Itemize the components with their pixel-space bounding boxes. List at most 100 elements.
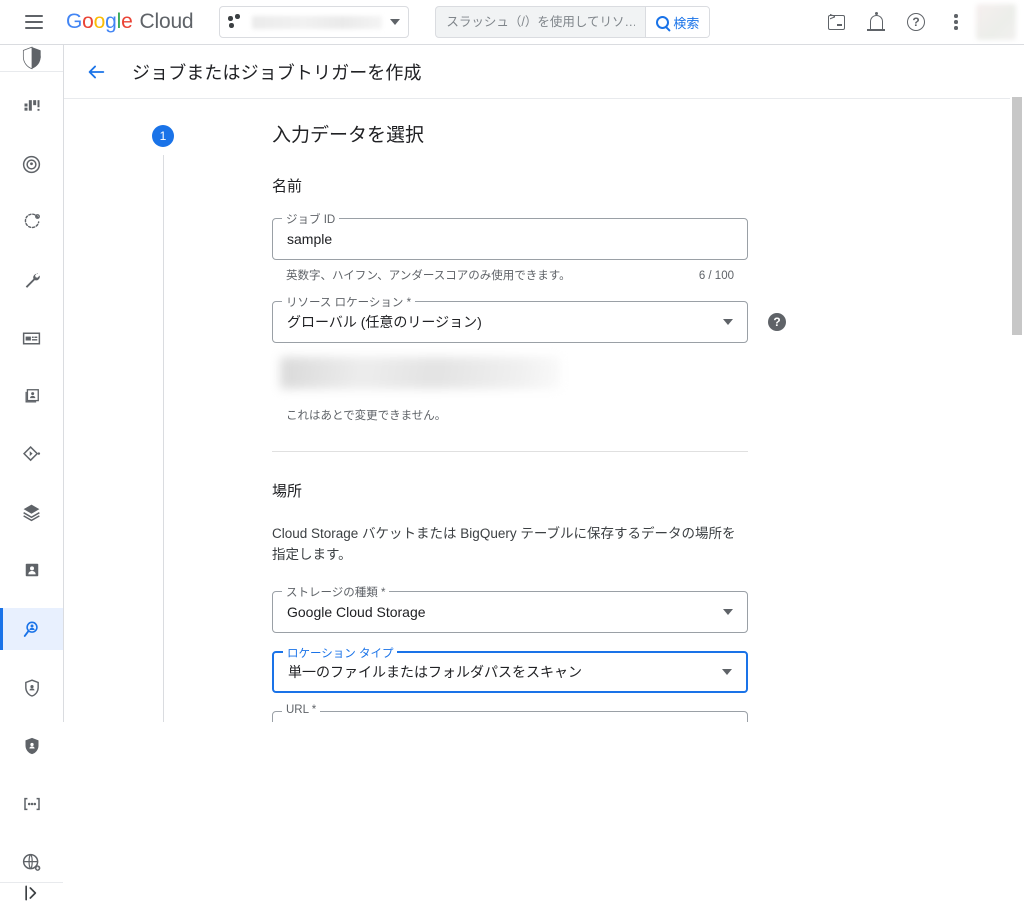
sidebar-item-protect[interactable] bbox=[0, 668, 63, 708]
url-label: URL * bbox=[282, 704, 320, 716]
question-glyph: ? bbox=[907, 13, 925, 31]
url-field[interactable]: URL * gs://sample bbox=[272, 711, 748, 722]
sidebar-item-masking[interactable] bbox=[0, 784, 63, 824]
job-id-value: sample bbox=[287, 231, 733, 247]
hamburger-bar bbox=[25, 21, 43, 23]
search-bar[interactable]: 検索 bbox=[435, 6, 710, 38]
location-section-title: 場所 bbox=[272, 480, 792, 501]
chevron-down-icon bbox=[723, 609, 733, 615]
storage-type-label: ストレージの種類 * bbox=[282, 584, 389, 600]
back-arrow-icon[interactable] bbox=[76, 52, 116, 92]
chevron-down-icon bbox=[390, 19, 400, 25]
section-divider bbox=[272, 451, 748, 452]
sidebar-item-layers[interactable] bbox=[0, 492, 63, 532]
google-cloud-logo[interactable]: GoogleCloud bbox=[66, 10, 193, 34]
sidebar-item-infotype[interactable] bbox=[0, 550, 63, 590]
step-connector-line bbox=[163, 155, 164, 722]
sidebar-item-deidentify[interactable] bbox=[0, 434, 63, 474]
inspection-template-icon bbox=[21, 328, 42, 349]
protect-shield-location-icon bbox=[22, 678, 42, 698]
main-content: 1 入力データを選択 名前 ジョブ ID sample 英数字、ハイフン、アンダ… bbox=[64, 99, 1010, 722]
help-question-icon[interactable]: ? bbox=[896, 2, 936, 42]
project-name-redacted bbox=[252, 16, 382, 29]
sidebar-item-global-network[interactable] bbox=[0, 842, 63, 882]
sidebar-item-sensitive-data[interactable] bbox=[0, 726, 63, 766]
content-scrollbar[interactable] bbox=[1010, 92, 1024, 722]
logo-letter: g bbox=[105, 10, 116, 34]
logo-letter: G bbox=[66, 10, 82, 34]
search-input[interactable] bbox=[436, 15, 645, 29]
location-type-select[interactable]: ロケーション タイプ 単一のファイルまたはフォルダパスをスキャン bbox=[272, 651, 748, 693]
profile-scan-icon bbox=[22, 212, 42, 232]
chevron-down-icon bbox=[722, 669, 732, 675]
page-title: ジョブまたはジョブトリガーを作成 bbox=[132, 59, 422, 85]
step-title: 入力データを選択 bbox=[272, 125, 1010, 147]
global-network-icon bbox=[21, 852, 42, 873]
job-id-help-row: 英数字、ハイフン、アンダースコアのみ使用できます。 6 / 100 bbox=[272, 267, 748, 283]
job-id-char-counter: 6 / 100 bbox=[699, 270, 734, 282]
shield-security-icon bbox=[19, 45, 45, 71]
storage-type-field-wrapper: ストレージの種類 * Google Cloud Storage bbox=[272, 591, 748, 633]
sidebar-item-dashboard[interactable] bbox=[0, 86, 63, 126]
page-header: ジョブまたはジョブトリガーを作成 bbox=[64, 45, 1024, 99]
storage-type-select[interactable]: ストレージの種類 * Google Cloud Storage bbox=[272, 591, 748, 633]
name-section-title: 名前 bbox=[272, 175, 792, 196]
rail-footer bbox=[0, 882, 63, 903]
location-type-label: ロケーション タイプ bbox=[283, 645, 397, 661]
sidebar-item-inspection-template[interactable] bbox=[0, 318, 63, 358]
redacted-location-detail bbox=[280, 357, 560, 389]
discovery-target-icon bbox=[21, 154, 42, 175]
expand-panel-icon[interactable] bbox=[22, 883, 42, 903]
storage-type-value: Google Cloud Storage bbox=[287, 604, 715, 620]
header-icon-group: ? bbox=[816, 2, 1024, 42]
cloud-shell-icon[interactable] bbox=[816, 2, 856, 42]
url-field-wrapper: URL * gs://sample bbox=[272, 711, 748, 722]
rail-item-list bbox=[0, 72, 63, 882]
configuration-wrench-icon bbox=[22, 270, 42, 290]
spacer bbox=[272, 693, 792, 711]
logo-cloud-text: Cloud bbox=[140, 10, 194, 34]
sidebar-item-inspect-jobs[interactable] bbox=[0, 608, 63, 650]
deidentify-diamond-icon bbox=[21, 444, 42, 465]
masking-brackets-icon bbox=[21, 794, 43, 814]
bell-glyph bbox=[870, 15, 883, 29]
layers-stack-icon bbox=[21, 502, 42, 523]
location-section-description: Cloud Storage バケットまたは BigQuery テーブルに保存する… bbox=[272, 523, 742, 565]
job-id-field[interactable]: ジョブ ID sample bbox=[272, 218, 748, 260]
scrollbar-thumb[interactable] bbox=[1012, 97, 1022, 335]
hamburger-bar bbox=[25, 15, 43, 17]
content-inner: 1 入力データを選択 名前 ジョブ ID sample 英数字、ハイフン、アンダ… bbox=[64, 99, 1010, 722]
search-button-label: 検索 bbox=[673, 13, 699, 32]
sidebar-item-discovery[interactable] bbox=[0, 144, 63, 184]
sensitive-data-shield-icon bbox=[22, 736, 42, 756]
more-options-kebab-icon[interactable] bbox=[936, 2, 976, 42]
infotype-person-icon bbox=[22, 560, 42, 580]
logo-letter: e bbox=[121, 10, 132, 34]
job-id-help-text: 英数字、ハイフン、アンダースコアのみ使用できます。 bbox=[286, 267, 571, 283]
step-number-badge: 1 bbox=[152, 125, 174, 147]
resource-location-select[interactable]: リソース ロケーション * グローバル (任意のリージョン) bbox=[272, 301, 748, 343]
step-body: 名前 ジョブ ID sample 英数字、ハイフン、アンダースコアのみ使用できま… bbox=[272, 147, 792, 722]
resource-location-label: リソース ロケーション * bbox=[282, 294, 415, 310]
identify-card-icon bbox=[22, 386, 42, 406]
product-header bbox=[0, 45, 63, 72]
job-id-label: ジョブ ID bbox=[282, 211, 339, 227]
kebab-glyph bbox=[954, 14, 958, 30]
product-nav-rail bbox=[0, 45, 64, 722]
sidebar-item-configuration[interactable] bbox=[0, 260, 63, 300]
resource-location-field-wrapper: リソース ロケーション * グローバル (任意のリージョン) ? bbox=[272, 301, 748, 343]
logo-letter: o bbox=[94, 10, 105, 34]
account-avatar[interactable] bbox=[976, 4, 1016, 40]
project-dots-icon bbox=[228, 14, 244, 30]
project-picker[interactable] bbox=[219, 6, 409, 38]
location-type-value: 単一のファイルまたはフォルダパスをスキャン bbox=[288, 662, 714, 682]
notifications-bell-icon[interactable] bbox=[856, 2, 896, 42]
sidebar-item-identify[interactable] bbox=[0, 376, 63, 416]
hamburger-bar bbox=[25, 27, 43, 29]
hamburger-menu-icon[interactable] bbox=[12, 0, 56, 44]
sidebar-item-profile-scan[interactable] bbox=[0, 202, 63, 242]
dashboard-icon bbox=[22, 96, 42, 116]
search-button[interactable]: 検索 bbox=[645, 7, 709, 37]
help-filled-icon[interactable]: ? bbox=[768, 313, 786, 331]
logo-letter: o bbox=[82, 10, 93, 34]
